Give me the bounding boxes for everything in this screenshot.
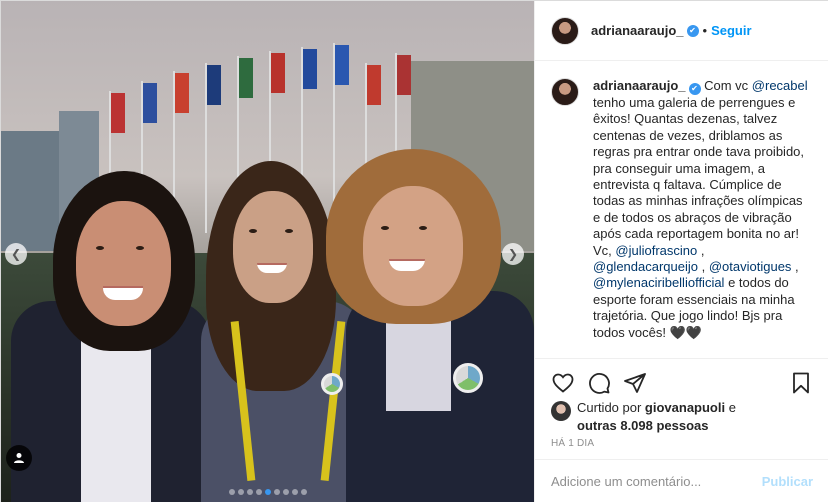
mention-link[interactable]: @glendacarqueijo (593, 259, 698, 274)
caption-text: adrianaaraujo_ ✔ Com vc @recabel tenho um… (593, 78, 813, 341)
mention-link[interactable]: @mylenaciribelliofficial (593, 275, 724, 290)
caption-segment: , (698, 259, 709, 275)
avatar[interactable] (551, 401, 571, 421)
bookmark-icon[interactable] (789, 371, 813, 395)
dot-separator: • (702, 23, 708, 38)
avatar[interactable] (551, 78, 579, 106)
carousel-indicator (1, 489, 534, 495)
mention-link[interactable]: @recabel (752, 78, 808, 93)
post-sidebar: adrianaaraujo_ ✔ • Seguir adrianaaraujo_… (534, 1, 828, 502)
carousel-dot (300, 489, 307, 495)
carousel-dot (291, 489, 298, 495)
avatar[interactable] (551, 16, 579, 45)
flag (335, 45, 349, 85)
carousel-prev-button[interactable]: ❮ (5, 243, 27, 265)
flag (303, 49, 317, 89)
flag (143, 83, 157, 123)
caption-segment: , (791, 259, 799, 275)
publish-button[interactable]: Publicar (762, 474, 813, 489)
caption-username[interactable]: adrianaaraujo_ (593, 78, 686, 93)
carousel-dot (255, 489, 262, 495)
likes-text: Curtido por giovanapuoli e outras 8.098 … (577, 399, 736, 435)
likes-others-link[interactable]: outras 8.098 pessoas (577, 418, 709, 433)
instagram-post-modal: ❮ ❯ adrianaaraujo_ ✔ • Seguir adrianaara… (0, 0, 828, 502)
photo-scene (1, 1, 534, 502)
comment-icon[interactable] (587, 371, 611, 395)
author-username[interactable]: adrianaaraujo_ (591, 23, 684, 38)
likes-and: e (725, 400, 736, 415)
carousel-next-button[interactable]: ❯ (502, 243, 524, 265)
comments-section[interactable]: adrianaaraujo_ ✔ Com vc @recabel tenho um… (535, 62, 828, 358)
chevron-left-icon: ❮ (10, 247, 22, 261)
carousel-dot (228, 489, 235, 495)
caption-segment: Com vc (700, 78, 752, 93)
post-photo[interactable]: ❮ ❯ (1, 1, 534, 502)
liker-username[interactable]: giovanapuoli (645, 400, 725, 415)
comment-input[interactable] (551, 474, 762, 489)
caption-row: adrianaaraujo_ ✔ Com vc @recabel tenho um… (551, 78, 813, 341)
user-tags-button[interactable] (6, 445, 32, 471)
verified-icon: ✔ (686, 24, 699, 37)
flag (397, 55, 411, 95)
post-timestamp[interactable]: HÁ 1 DIA (551, 438, 594, 449)
mention-link[interactable]: @juliofrascino (615, 243, 697, 258)
mention-link[interactable]: @otaviotigues (709, 259, 792, 274)
follow-button[interactable]: Seguir (711, 23, 751, 38)
carousel-dot (264, 489, 271, 495)
verified-icon: ✔ (688, 83, 701, 95)
flag (239, 58, 253, 98)
carousel-dot (237, 489, 244, 495)
flag (207, 65, 221, 105)
caption-segment: tenho uma galeria de perrengues e êxitos… (593, 95, 805, 258)
chevron-right-icon: ❯ (507, 247, 519, 261)
photo-building (1, 131, 59, 251)
user-tag-icon (14, 453, 24, 463)
flag (271, 53, 285, 93)
flag (367, 65, 381, 105)
likes-prefix: Curtido por (577, 400, 645, 415)
paper-plane-icon[interactable] (623, 371, 647, 395)
carousel-dot (282, 489, 289, 495)
add-comment-bar: Publicar (535, 459, 828, 502)
caption-segment: , (697, 242, 705, 258)
post-header: adrianaaraujo_ ✔ • Seguir (535, 1, 828, 61)
post-actions (535, 358, 828, 398)
likes-summary: Curtido por giovanapuoli e outras 8.098 … (551, 399, 821, 435)
flag (175, 73, 189, 113)
carousel-dot (246, 489, 253, 495)
heart-icon[interactable] (551, 371, 575, 395)
carousel-dot (273, 489, 280, 495)
flag (111, 93, 125, 133)
